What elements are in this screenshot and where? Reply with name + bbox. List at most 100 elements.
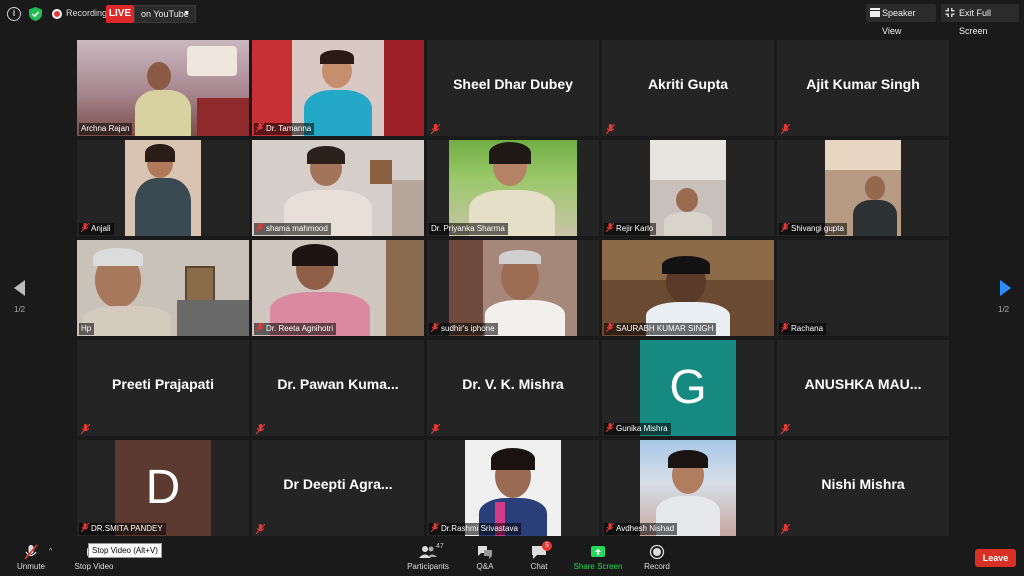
participant-name-label: Rejir Karlo [604,223,657,235]
participant-tile[interactable]: Dr. V. K. Mishra [427,340,599,436]
participant-video [650,140,726,236]
participant-display-name: Dr Deepti Agra... [283,476,393,492]
exit-fullscreen-icon [945,8,955,17]
avatar: D [115,440,211,536]
record-icon [649,544,665,560]
participant-tile[interactable]: Archna Rajan [77,40,249,136]
muted-mic-icon [606,124,615,134]
muted-mic-icon [781,124,790,134]
qa-bubble-icon [478,546,492,559]
speaker-view-label: Speaker View [882,8,916,36]
participant-tile[interactable]: Dr. Tamanna [252,40,424,136]
chat-button[interactable]: 5 Chat [524,541,554,571]
info-icon[interactable]: i [7,7,21,21]
gallery-grid: Archna Rajan Dr. Tamanna Sheel Dhar Dube… [77,40,949,536]
participant-video [252,40,424,136]
muted-mic-icon [431,323,439,332]
participant-name-label: Shivangi gupta [779,223,847,235]
muted-mic-icon [606,223,614,232]
participant-tile[interactable]: D DR.SMITA PANDEY [77,440,249,536]
participant-video [449,140,577,236]
muted-mic-icon [606,523,614,532]
participant-tile[interactable]: SAURABH KUMAR SINGH [602,240,774,336]
next-page-icon[interactable] [999,280,1011,296]
participant-name-label: Dr. Tamanna [254,123,315,135]
qa-button[interactable]: Q&A [470,544,500,571]
record-button[interactable]: Record [640,544,674,571]
unmute-button[interactable]: Unmute [14,544,48,571]
leave-button[interactable]: Leave [975,549,1016,567]
muted-mic-icon [81,223,89,232]
participants-button[interactable]: 47 Participants [402,543,454,571]
participant-tile[interactable]: Avdhesh Nishad [602,440,774,536]
muted-mic-icon [256,123,264,132]
participant-display-name: Dr. Pawan Kuma... [277,376,399,392]
participant-video [77,240,249,336]
participant-tile[interactable]: Dr Deepti Agra... [252,440,424,536]
participant-display-name: Ajit Kumar Singh [806,76,920,92]
speaker-view-icon [870,8,880,17]
audio-options-caret-icon[interactable]: ^ [49,548,52,555]
participant-name-label: Gunika Mishra [604,423,671,435]
participant-name-label: Avdhesh Nishad [604,523,678,535]
exit-fullscreen-button[interactable]: Exit Full Screen [941,4,1019,36]
muted-mic-icon [431,523,439,532]
live-badge[interactable]: LIVE [106,5,134,23]
participant-name-label: SAURABH KUMAR SINGH [604,323,717,335]
participant-tile[interactable]: Dr. Reeta Agnihotri [252,240,424,336]
muted-mic-icon [256,424,265,434]
participant-tile[interactable]: Dr. Pawan Kuma... [252,340,424,436]
participant-video [252,240,424,336]
participant-name-label: Archna Rajan [79,123,133,135]
previous-page-icon[interactable] [14,280,26,296]
participant-name-label: shama mahmood [254,223,331,235]
participant-tile[interactable]: Shivangi gupta [777,140,949,236]
muted-mic-icon [24,544,38,560]
participant-tile[interactable]: ANUSHKA MAU... [777,340,949,436]
share-screen-button[interactable]: Share Screen [572,544,624,571]
participant-display-name: Sheel Dhar Dubey [453,76,573,92]
participant-tile-active-speaker[interactable]: Hp [77,240,249,336]
participant-display-name: Dr. V. K. Mishra [462,376,564,392]
participant-tile[interactable]: Rejir Karlo [602,140,774,236]
participants-count: 47 [436,543,444,550]
participant-photo [465,440,561,536]
page-indicator-right: 1/2 [998,305,1010,314]
participant-tile[interactable]: sudhir's iphone [427,240,599,336]
participant-video [825,140,901,236]
participant-tile[interactable]: Anjali [77,140,249,236]
stream-target-label: on YouTube [141,9,189,19]
participant-video [252,140,424,236]
share-screen-icon [591,546,605,557]
participant-name-label: Dr. Priyanka Sharma [429,223,508,235]
participant-name-label: sudhir's iphone [429,323,498,335]
participant-video [449,240,577,336]
muted-mic-icon [781,524,790,534]
speaker-view-button[interactable]: Speaker View [866,4,936,36]
participant-display-name: ANUSHKA MAU... [804,376,922,392]
participant-tile[interactable]: shama mahmood [252,140,424,236]
muted-mic-icon [781,323,789,332]
participant-tile[interactable]: Dr.Rashmi Srivastava [427,440,599,536]
participant-tile[interactable]: Preeti Prajapati [77,340,249,436]
record-label: Record [644,562,670,571]
participant-tile[interactable]: Akriti Gupta [602,40,774,136]
participants-icon [419,546,437,558]
muted-mic-icon [256,524,265,534]
participant-tile[interactable]: Dr. Priyanka Sharma [427,140,599,236]
participant-tile[interactable]: Ajit Kumar Singh [777,40,949,136]
participant-tile[interactable]: Rachana [777,240,949,336]
participant-name-label: Anjali [79,223,114,235]
participant-tile[interactable]: Sheel Dhar Dubey [427,40,599,136]
participant-name-label: Rachana [779,323,827,335]
stop-video-tooltip: Stop Video (Alt+V) [88,543,162,558]
muted-mic-icon [606,323,614,332]
encryption-shield-icon[interactable] [29,7,42,21]
participant-display-name: Nishi Mishra [821,476,905,492]
participants-label: Participants [407,562,449,571]
recording-status: Recording [66,8,108,18]
live-stream-dropdown[interactable]: on YouTube ▼ [134,5,196,23]
participant-tile[interactable]: G Gunika Mishra [602,340,774,436]
participant-tile[interactable]: Nishi Mishra [777,440,949,536]
exit-fullscreen-label: Exit Full Screen [959,8,992,36]
